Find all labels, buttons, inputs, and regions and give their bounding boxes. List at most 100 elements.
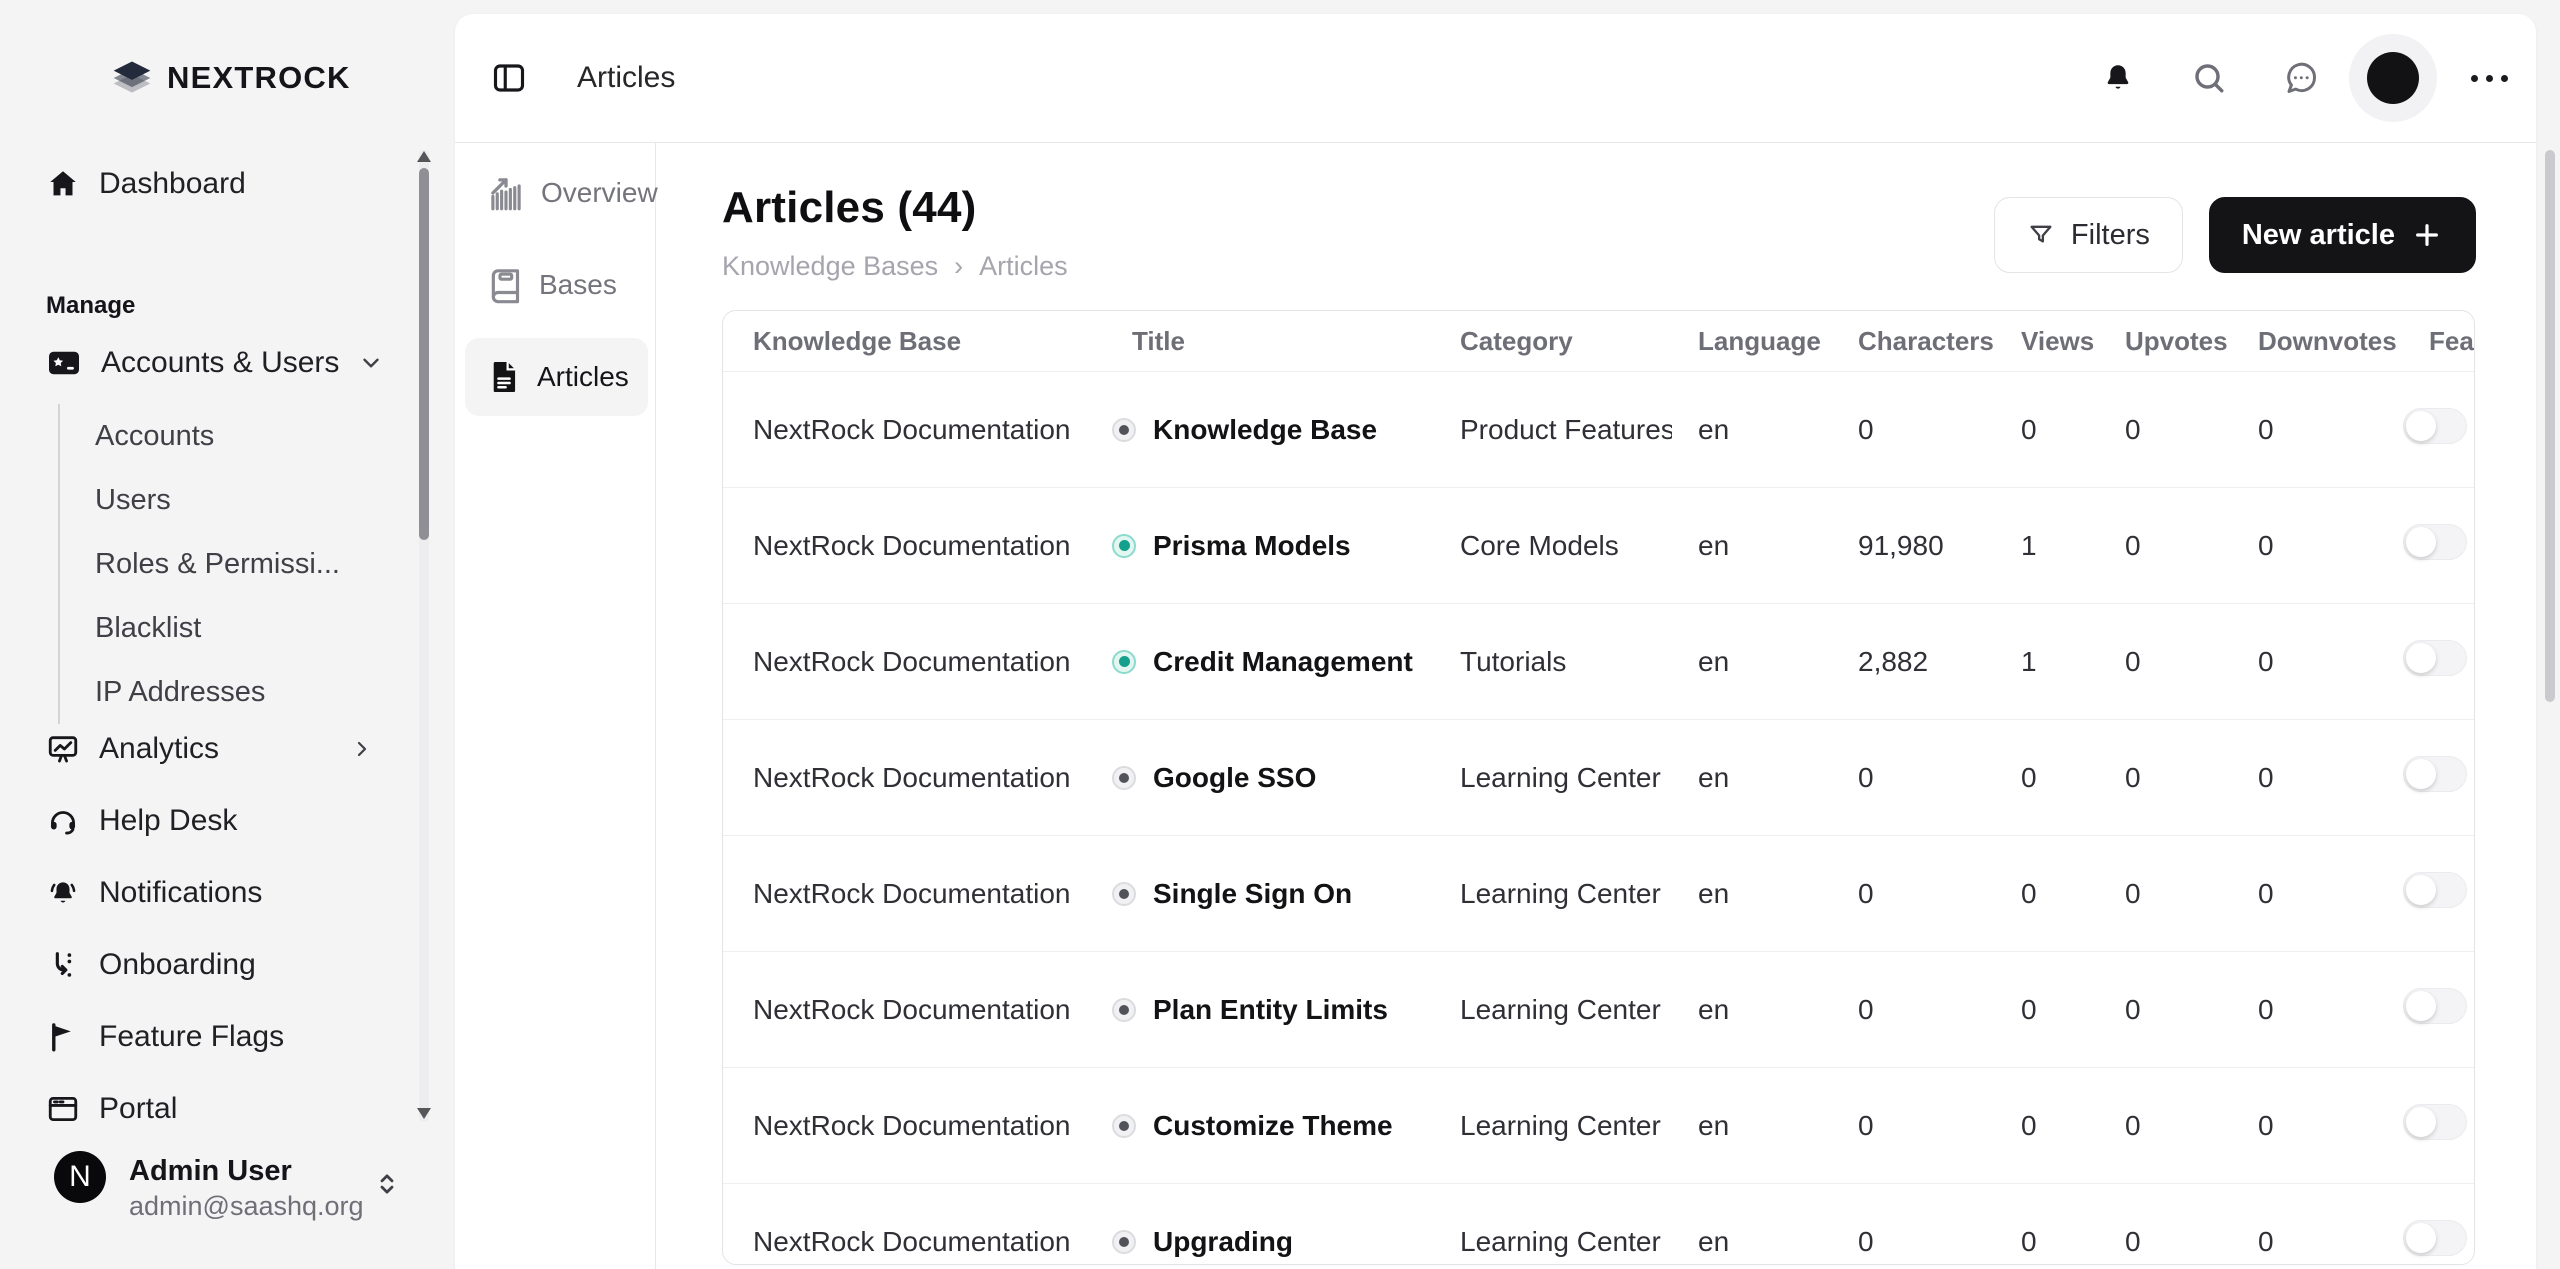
table-row[interactable]: NextRock Documentation Credit Management… [723, 603, 2474, 719]
home-icon [46, 167, 80, 201]
sidebar-item-notifications[interactable]: Notifications [46, 876, 378, 910]
cell-downvotes: 0 [2232, 530, 2403, 562]
table-row[interactable]: NextRock Documentation Google SSO Learni… [723, 719, 2474, 835]
cell-featured [2403, 408, 2474, 451]
sidebar: NEXTROCK Dashboard Manage Accounts & Use… [0, 0, 455, 1269]
brand-logo[interactable]: NEXTROCK [110, 56, 351, 100]
column-header-knowledge-base[interactable]: Knowledge Base [723, 326, 1106, 357]
status-dot [1112, 998, 1136, 1022]
cell-upvotes: 0 [2099, 414, 2232, 446]
article-title[interactable]: Customize Theme [1153, 1110, 1393, 1142]
article-title[interactable]: Google SSO [1153, 762, 1316, 794]
sidebar-item-users[interactable]: Users [60, 468, 425, 532]
cell-featured [2403, 988, 2474, 1031]
profile-avatar-button[interactable] [2349, 34, 2437, 122]
breadcrumb: Knowledge Bases › Articles [722, 251, 1068, 282]
sidebar-item-analytics[interactable]: Analytics [46, 732, 378, 766]
cell-category: Learning Center [1434, 1110, 1672, 1142]
column-header-featured[interactable]: Featured [2403, 326, 2474, 357]
sidebar-scrollbar-down-arrow[interactable] [417, 1108, 431, 1119]
cell-views: 0 [1995, 762, 2099, 794]
sidebar-item-accounts[interactable]: Accounts [60, 404, 425, 468]
cell-featured [2403, 756, 2474, 799]
article-title[interactable]: Knowledge Base [1153, 414, 1377, 446]
article-title[interactable]: Prisma Models [1153, 530, 1351, 562]
breadcrumb-separator-icon: › [954, 251, 963, 282]
sidebar-scrollbar-thumb[interactable] [419, 168, 429, 540]
cell-views: 0 [1995, 1226, 2099, 1258]
sidebar-item-blacklist[interactable]: Blacklist [60, 596, 425, 660]
tab-bases[interactable]: Bases [465, 246, 648, 324]
notifications-bell-icon[interactable] [2101, 61, 2135, 95]
column-header-category[interactable]: Category [1434, 326, 1672, 357]
sidebar-toggle-icon[interactable] [491, 60, 527, 96]
status-dot [1112, 1114, 1136, 1138]
cell-downvotes: 0 [2232, 646, 2403, 678]
sidebar-item-onboarding[interactable]: Onboarding [46, 948, 378, 982]
column-header-title[interactable]: Title [1106, 326, 1434, 357]
sidebar-item-accounts-users[interactable]: Accounts & Users [46, 345, 378, 381]
analytics-chart-icon [46, 732, 80, 766]
sidebar-item-ip-addresses[interactable]: IP Addresses [60, 660, 425, 724]
cell-language: en [1672, 1226, 1832, 1258]
column-header-language[interactable]: Language [1672, 326, 1832, 357]
articles-table: Knowledge BaseTitleCategoryLanguageChara… [722, 310, 2475, 1265]
tab-articles[interactable]: Articles [465, 338, 648, 416]
sidebar-scrollbar-up-arrow[interactable] [417, 151, 431, 162]
featured-toggle[interactable] [2403, 1220, 2467, 1256]
column-header-characters[interactable]: Characters [1832, 326, 1995, 357]
column-header-downvotes[interactable]: Downvotes [2232, 326, 2403, 357]
cell-featured [2403, 640, 2474, 683]
table-row[interactable]: NextRock Documentation Plan Entity Limit… [723, 951, 2474, 1067]
cell-language: en [1672, 878, 1832, 910]
content-area: Articles (44) Knowledge Bases › Articles [656, 143, 2536, 1269]
cell-views: 0 [1995, 414, 2099, 446]
table-row[interactable]: NextRock Documentation Knowledge Base Pr… [723, 371, 2474, 487]
article-title[interactable]: Credit Management [1153, 646, 1413, 678]
featured-toggle[interactable] [2403, 640, 2467, 676]
filters-button[interactable]: Filters [1994, 197, 2183, 273]
cell-downvotes: 0 [2232, 878, 2403, 910]
search-icon[interactable] [2191, 60, 2227, 96]
flag-icon [46, 1020, 80, 1054]
article-title[interactable]: Plan Entity Limits [1153, 994, 1388, 1026]
featured-toggle[interactable] [2403, 756, 2467, 792]
sidebar-item-feature-flags[interactable]: Feature Flags [46, 1020, 378, 1054]
cell-featured [2403, 1104, 2474, 1147]
featured-toggle[interactable] [2403, 1104, 2467, 1140]
table-row[interactable]: NextRock Documentation Customize Theme L… [723, 1067, 2474, 1183]
cell-featured [2403, 872, 2474, 915]
sidebar-item-dashboard[interactable]: Dashboard [46, 167, 378, 201]
chat-icon[interactable] [2283, 60, 2319, 96]
table-row[interactable]: NextRock Documentation Upgrading Learnin… [723, 1183, 2474, 1265]
column-header-upvotes[interactable]: Upvotes [2099, 326, 2232, 357]
cell-upvotes: 0 [2099, 878, 2232, 910]
window-scrollbar-thumb[interactable] [2545, 150, 2555, 702]
featured-toggle[interactable] [2403, 988, 2467, 1024]
column-header-views[interactable]: Views [1995, 326, 2099, 357]
cell-language: en [1672, 530, 1832, 562]
tab-overview[interactable]: Overview [465, 154, 648, 232]
trend-chart-icon [485, 172, 527, 214]
plus-icon [2411, 219, 2443, 251]
cell-views: 0 [1995, 1110, 2099, 1142]
breadcrumb-parent[interactable]: Knowledge Bases [722, 251, 938, 282]
article-title[interactable]: Single Sign On [1153, 878, 1352, 910]
featured-toggle[interactable] [2403, 408, 2467, 444]
featured-toggle[interactable] [2403, 872, 2467, 908]
new-article-button[interactable]: New article [2209, 197, 2476, 273]
sidebar-item-help-desk[interactable]: Help Desk [46, 804, 378, 838]
cell-views: 1 [1995, 646, 2099, 678]
status-dot [1112, 534, 1136, 558]
user-menu[interactable]: N Admin User admin@saashq.org [0, 1125, 455, 1269]
table-row[interactable]: NextRock Documentation Prisma Models Cor… [723, 487, 2474, 603]
sidebar-item-roles-permissions[interactable]: Roles & Permissi... [60, 532, 425, 596]
table-row[interactable]: NextRock Documentation Single Sign On Le… [723, 835, 2474, 951]
article-title[interactable]: Upgrading [1153, 1226, 1293, 1258]
cell-knowledge-base: NextRock Documentation [723, 530, 1106, 562]
more-options-icon[interactable] [2467, 65, 2512, 92]
sidebar-item-portal[interactable]: Portal [46, 1092, 378, 1125]
cell-characters: 0 [1832, 1226, 1995, 1258]
cell-language: en [1672, 646, 1832, 678]
featured-toggle[interactable] [2403, 524, 2467, 560]
